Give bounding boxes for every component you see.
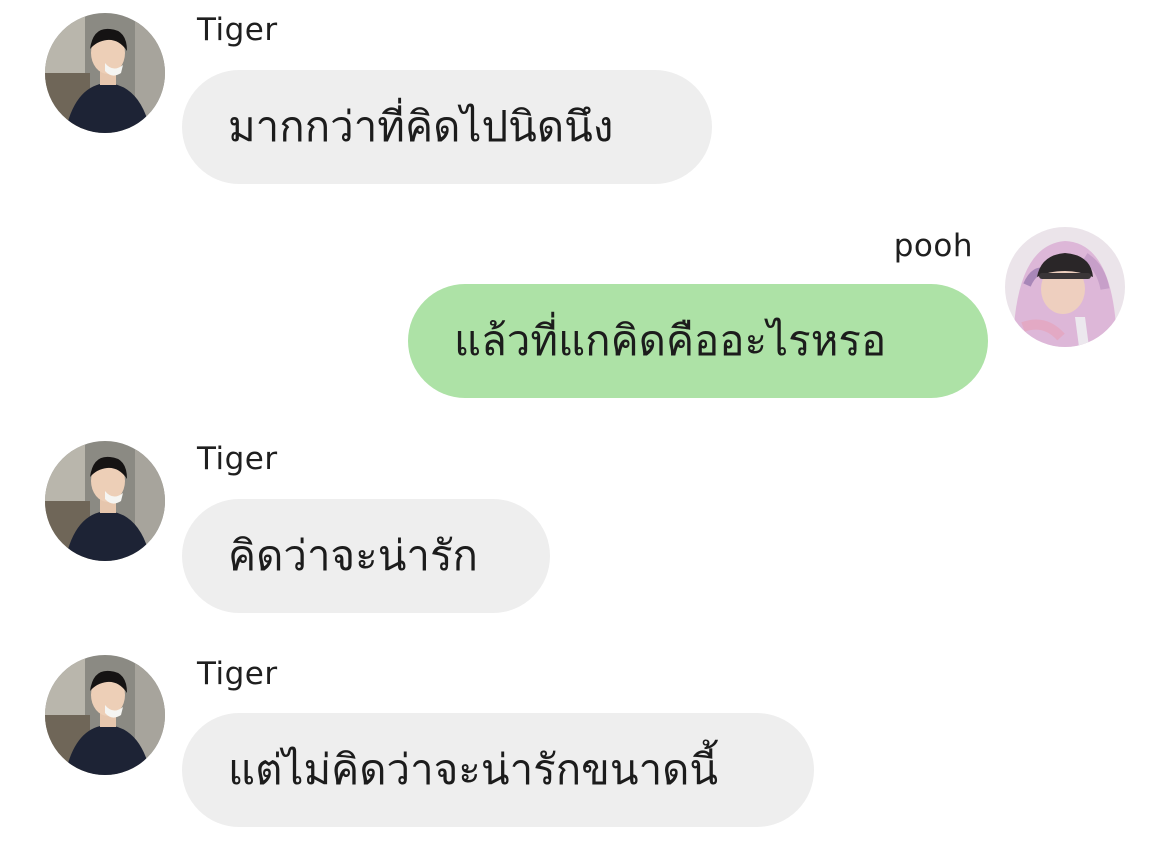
tiger-avatar[interactable] (45, 441, 165, 561)
sender-name: Tiger (197, 441, 278, 477)
tiger-photo-icon (45, 13, 165, 133)
tiger-avatar[interactable] (45, 655, 165, 775)
sender-name: pooh (893, 228, 973, 264)
message-row: Tiger แต่ไม่คิดว่าจะน่ารักขนาดนี้ (0, 645, 1170, 840)
message-bubble[interactable]: แล้วที่แกคิดคืออะไรหรอ (408, 284, 988, 398)
message-row: Tiger คิดว่าจะน่ารัก (0, 430, 1170, 620)
pooh-photo-icon (1005, 227, 1125, 347)
message-row: Tiger มากกว่าที่คิดไปนิดนึง (0, 0, 1170, 190)
message-bubble[interactable]: คิดว่าจะน่ารัก (182, 499, 550, 613)
tiger-photo-icon (45, 655, 165, 775)
sender-name: Tiger (197, 656, 278, 692)
message-bubble[interactable]: มากกว่าที่คิดไปนิดนึง (182, 70, 712, 184)
tiger-photo-icon (45, 441, 165, 561)
message-bubble[interactable]: แต่ไม่คิดว่าจะน่ารักขนาดนี้ (182, 713, 814, 827)
message-row: pooh แล้วที่แกคิดคืออะไรหรอ (0, 215, 1170, 410)
pooh-avatar[interactable] (1005, 227, 1125, 347)
tiger-avatar[interactable] (45, 13, 165, 133)
sender-name: Tiger (197, 12, 278, 48)
chat-thread: Tiger มากกว่าที่คิดไปนิดนึง pooh แล้วที่… (0, 0, 1170, 843)
